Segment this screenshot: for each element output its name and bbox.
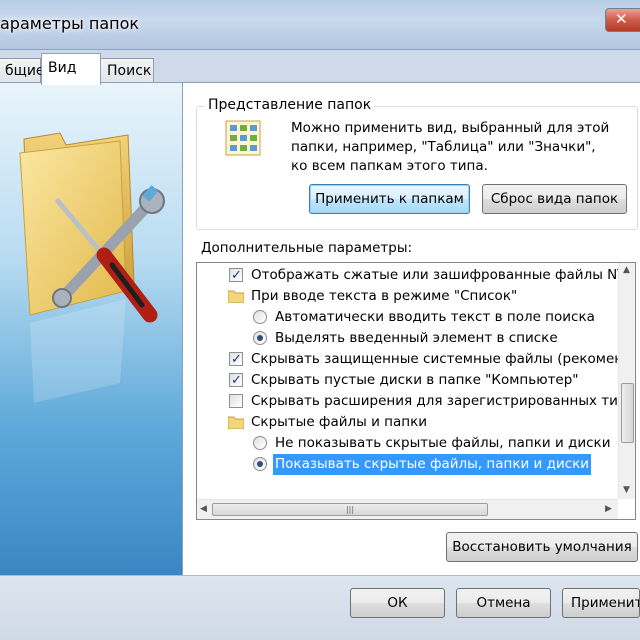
vertical-scrollbar[interactable]: ▲ ▼	[618, 263, 635, 499]
restore-defaults-button[interactable]: Восстановить умолчания	[446, 532, 638, 562]
horizontal-scroll-thumb[interactable]: |||	[212, 503, 488, 516]
folder-tools-icon	[19, 132, 165, 403]
checkbox[interactable]	[229, 265, 243, 286]
list-item-label: Выделять введенный элемент в списке	[275, 330, 558, 346]
scroll-right-icon[interactable]: ▶	[605, 504, 612, 514]
title-bar: араметры папок ✕	[0, 0, 640, 50]
list-item-label: Скрывать защищенные системные файлы (рек…	[251, 351, 636, 367]
folder-icon	[228, 290, 244, 303]
scroll-down-icon[interactable]: ▼	[623, 485, 630, 495]
cancel-button[interactable]: Отмена	[456, 588, 551, 618]
checkbox[interactable]	[229, 349, 243, 370]
list-item-label: Автоматически вводить текст в поле поиск…	[275, 309, 595, 325]
list-item-label: Не показывать скрытые файлы, папки и дис…	[275, 435, 611, 451]
tab-general-label: бщие	[5, 63, 45, 79]
vertical-scroll-thumb[interactable]	[621, 383, 634, 443]
list-item[interactable]: Скрывать пустые диски в папке "Компьютер…	[197, 370, 635, 391]
tab-view-label: Вид	[48, 60, 77, 76]
tab-strip: бщие Вид Поиск	[0, 50, 640, 85]
list-item[interactable]: Скрывать расширения для зарегистрированн…	[197, 391, 636, 412]
close-button[interactable]: ✕	[605, 8, 640, 32]
horizontal-scrollbar[interactable]: ◀ ||| ▶	[197, 499, 618, 519]
art-separator	[182, 83, 183, 575]
radio-button[interactable]	[253, 457, 267, 471]
radio-button[interactable]	[253, 310, 267, 324]
checkbox[interactable]	[229, 370, 243, 391]
advanced-settings-list: Отображать сжатые или зашифрованные файл…	[196, 262, 636, 520]
list-item[interactable]: Автоматически вводить текст в поле поиск…	[197, 307, 635, 328]
list-item[interactable]: Отображать сжатые или зашифрованные файл…	[197, 265, 636, 286]
list-item[interactable]: Показывать скрытые файлы, папки и диски	[197, 454, 635, 475]
list-item-label: Скрывать пустые диски в папке "Компьютер…	[251, 372, 579, 388]
tab-search[interactable]: Поиск	[100, 58, 154, 84]
list-item[interactable]: Не показывать скрытые файлы, папки и дис…	[197, 433, 635, 454]
list-item[interactable]: Выделять введенный элемент в списке	[197, 328, 635, 349]
list-item[interactable]: Скрывать защищенные системные файлы (рек…	[197, 349, 636, 370]
scroll-up-icon[interactable]: ▲	[623, 265, 630, 275]
list-item-label: Показывать скрытые файлы, папки и диски	[273, 454, 592, 475]
advanced-settings-label: Дополнительные параметры:	[201, 240, 413, 256]
folder-view-grid-icon	[225, 120, 261, 156]
folder-views-description: Можно применить вид, выбранный для этой …	[291, 120, 610, 174]
list-item-label: Скрывать расширения для зарегистрированн…	[251, 393, 636, 409]
tab-view[interactable]: Вид	[41, 53, 101, 85]
list-item: Скрытые файлы и папки	[197, 412, 635, 433]
tab-general[interactable]: бщие	[0, 58, 45, 84]
scroll-left-icon[interactable]: ◀	[200, 504, 207, 514]
radio-button[interactable]	[253, 436, 267, 450]
list-item-label: При вводе текста в режиме "Список"	[251, 288, 518, 304]
close-icon: ✕	[615, 10, 628, 28]
checkbox[interactable]	[229, 394, 243, 408]
folder-views-title: Представление папок	[205, 97, 375, 113]
ok-button[interactable]: ОК	[350, 588, 445, 618]
apply-to-folders-button[interactable]: Применить к папкам	[309, 184, 470, 214]
reset-folders-button[interactable]: Сброс вида папок	[482, 184, 627, 214]
folder-icon	[228, 416, 244, 429]
tab-search-label: Поиск	[107, 63, 152, 79]
decorative-art	[0, 83, 182, 575]
list-item-label: Отображать сжатые или зашифрованные файл…	[251, 267, 636, 283]
radio-button[interactable]	[253, 331, 267, 345]
window-title: араметры папок	[0, 14, 140, 33]
apply-button[interactable]: Применит	[562, 588, 640, 618]
list-item: При вводе текста в режиме "Список"	[197, 286, 635, 307]
list-item-label: Скрытые файлы и папки	[251, 414, 428, 430]
